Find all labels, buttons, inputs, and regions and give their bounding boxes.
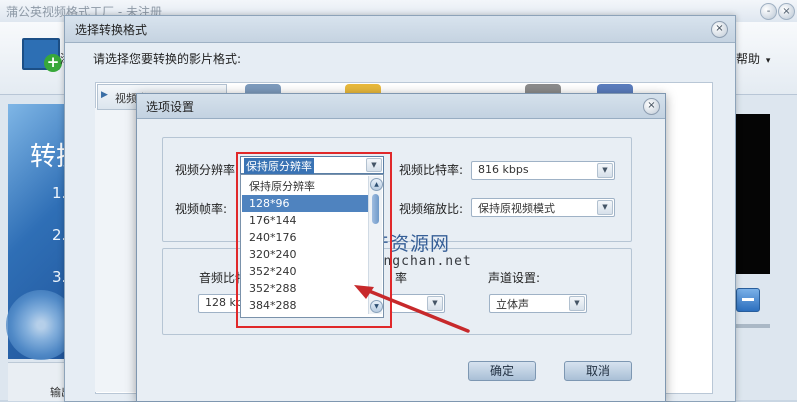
app-close-button[interactable]: × <box>778 3 795 20</box>
format-dialog-titlebar <box>65 16 735 43</box>
chevron-down-icon: ▼ <box>569 296 585 311</box>
triangle-right-icon: ▶ <box>101 90 108 100</box>
video-bitrate-label: 视频比特率: <box>399 163 464 177</box>
scale-select[interactable]: 保持原视频模式 ▼ <box>471 198 615 217</box>
minimize-button[interactable]: - <box>760 3 777 20</box>
channel-label: 声道设置: <box>488 271 541 285</box>
options-dialog-title: 选项设置 <box>146 100 195 114</box>
help-label: 帮助 <box>736 52 761 66</box>
framerate-label: 视频帧率: <box>175 202 228 216</box>
help-menu[interactable]: 帮助 ▾ <box>736 50 770 67</box>
arrow-icon <box>354 285 470 333</box>
format-dialog-title: 选择转换格式 <box>75 23 148 37</box>
cancel-button[interactable]: 取消 <box>564 361 632 381</box>
stop-icon <box>742 298 754 301</box>
options-dialog-close-button[interactable]: × <box>643 98 660 115</box>
options-dialog-titlebar <box>137 94 665 119</box>
channel-select[interactable]: 立体声 ▼ <box>489 294 587 313</box>
progress-slider[interactable] <box>730 324 770 328</box>
video-settings-group <box>162 137 632 242</box>
chevron-down-icon: ▼ <box>597 200 613 215</box>
preview-panel <box>730 114 770 274</box>
format-dialog-close-button[interactable]: × <box>711 21 728 38</box>
stop-button[interactable] <box>736 288 760 312</box>
channel-value: 立体声 <box>496 298 529 311</box>
resolution-label: 视频分辨率: <box>175 163 240 177</box>
video-bitrate-value: 816 kbps <box>478 163 529 176</box>
format-prompt: 请选择您要转换的影片格式: <box>93 52 242 66</box>
chevron-down-icon: ▾ <box>765 56 771 66</box>
scale-label: 视频缩放比: <box>399 202 464 216</box>
ok-button[interactable]: 确定 <box>468 361 536 381</box>
chevron-down-icon: ▼ <box>597 163 613 178</box>
scale-value: 保持原视频模式 <box>478 202 555 215</box>
video-bitrate-select[interactable]: 816 kbps ▼ <box>471 161 615 180</box>
